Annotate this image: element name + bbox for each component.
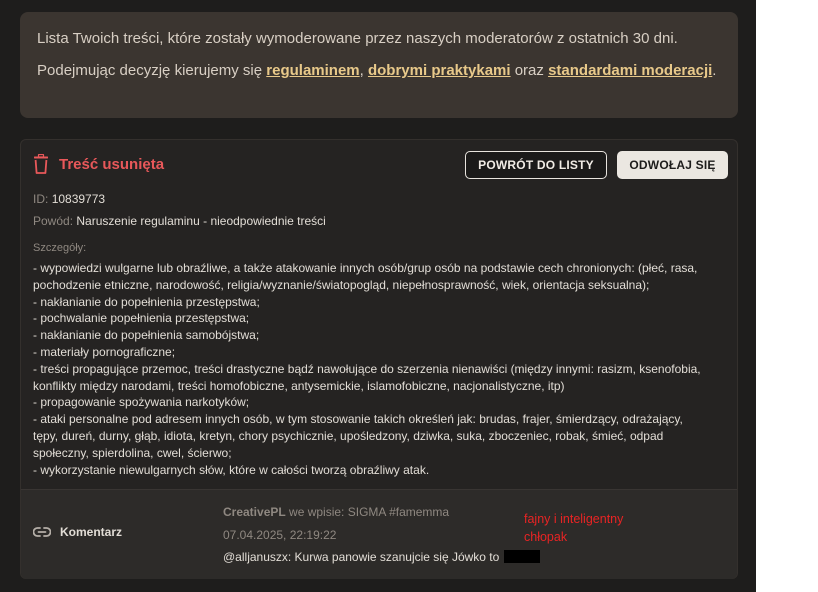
details-line: - materiały pornograficzne; xyxy=(33,344,176,359)
redaction-bar xyxy=(503,550,540,563)
comment-meta: CreativePL we wpisie: SIGMA #famemma xyxy=(223,505,449,519)
moderated-comment: Komentarz CreativePL we wpisie: SIGMA #f… xyxy=(21,489,737,579)
appeal-button[interactable]: ODWOŁAJ SIĘ xyxy=(617,151,728,179)
details-line: pochodzenie etniczne, narodowość, religi… xyxy=(33,277,650,292)
id-label: ID: xyxy=(33,192,49,206)
trash-icon xyxy=(33,153,49,174)
details-line: konflikty między narodami, treści homofo… xyxy=(33,378,565,393)
details-line: - nakłanianie do popełnienia przestępstw… xyxy=(33,294,260,309)
info-separator-1: , xyxy=(359,62,368,79)
details-line: tępy, dureń, durny, głąb, idiota, kretyn… xyxy=(33,428,664,443)
details-line: - pochwalanie popełnienia przestępstwa; xyxy=(33,311,250,326)
moderated-content-card: Treść usunięta POWRÓT DO LISTY ODWOŁAJ S… xyxy=(20,139,738,579)
comment-type-label: Komentarz xyxy=(60,525,123,539)
details-line: - ataki personalne pod adresem innych os… xyxy=(33,412,683,427)
link-icon xyxy=(32,526,52,538)
details-line: - propagowanie spożywania narkotyków; xyxy=(33,395,250,410)
red-annotation: fajny i inteligentny chłopak xyxy=(524,510,623,546)
moderation-panel: Lista Twoich treści, które zostały wymod… xyxy=(0,0,756,592)
info-box: Lista Twoich treści, które zostały wymod… xyxy=(20,12,738,118)
info-description: Lista Twoich treści, które zostały wymod… xyxy=(37,30,678,47)
card-header: Treść usunięta xyxy=(33,153,165,174)
content-id: ID: 10839773 xyxy=(33,192,105,206)
info-policy: Podejmując decyzję kierujemy się regulam… xyxy=(37,61,721,81)
details-line: - wykorzystanie niewulgarnych słów, któr… xyxy=(33,462,430,477)
comment-body: @alljanuszx: Kurwa panowie szanujcie się… xyxy=(223,550,503,564)
info-suffix: . xyxy=(712,62,717,79)
annotation-line-1: fajny i inteligentny xyxy=(524,512,624,526)
good-practices-link[interactable]: dobrymi praktykami xyxy=(368,62,511,79)
comment-date: 07.04.2025, 22:19:22 xyxy=(223,528,337,542)
annotation-line-2: chłopak xyxy=(524,530,568,544)
info-separator-2: oraz xyxy=(510,62,549,79)
details-line: - wypowiedzi wulgarne lub obraźliwe, a t… xyxy=(33,261,698,275)
comment-text: @alljanuszx: Kurwa panowie szanujcie się… xyxy=(223,550,540,564)
comment-type: Komentarz xyxy=(32,525,123,539)
details-list: - wypowiedzi wulgarne lub obraźliwe, a t… xyxy=(33,260,733,478)
info-policy-prefix: Podejmując decyzję kierujemy się xyxy=(37,62,267,79)
details-line: społeczny, spierdolina, cwel, ścierwo; xyxy=(33,445,232,460)
status-title: Treść usunięta xyxy=(59,155,165,173)
rules-link[interactable]: regulaminem xyxy=(266,62,359,79)
moderation-reason: Powód: Naruszenie regulaminu - nieodpowi… xyxy=(33,214,326,228)
reason-label: Powód: xyxy=(33,214,74,228)
comment-context: we wpisie: SIGMA #famemma xyxy=(285,505,450,519)
moderation-standards-link[interactable]: standardami moderacji xyxy=(548,62,712,79)
details-line: - treści propagujące przemoc, treści dra… xyxy=(33,361,701,376)
details-line: - nakłanianie do popełnienia samobójstwa… xyxy=(33,328,260,343)
details-label: Szczegóły: xyxy=(33,242,87,254)
id-value: 10839773 xyxy=(51,192,106,206)
back-to-list-button[interactable]: POWRÓT DO LISTY xyxy=(465,151,607,179)
comment-author[interactable]: CreativePL xyxy=(223,505,286,519)
reason-value: Naruszenie regulaminu - nieodpowiednie t… xyxy=(76,214,326,228)
